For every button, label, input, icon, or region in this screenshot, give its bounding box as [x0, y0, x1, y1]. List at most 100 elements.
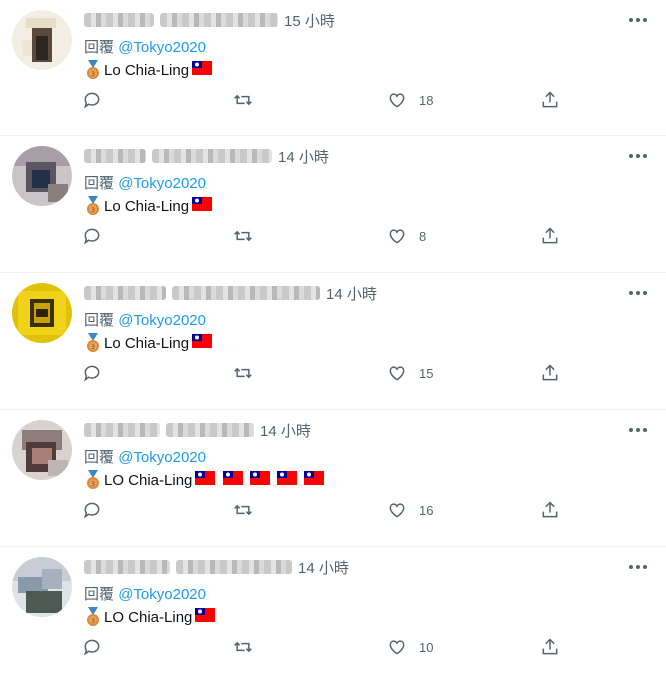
tweet-body: LO Chia-Ling: [104, 471, 193, 489]
reply-icon: [84, 228, 100, 245]
tweet[interactable]: 14 小時 回覆 @Tokyo2020 3 LO Chia-Ling 10: [0, 547, 666, 675]
tweet-time[interactable]: 15 小時: [284, 10, 335, 31]
share-button[interactable]: [540, 361, 560, 385]
tweet-body: Lo Chia-Ling: [104, 197, 190, 215]
tweet-time[interactable]: 14 小時: [298, 557, 349, 578]
reply-button[interactable]: [82, 635, 102, 659]
author-handle-blurred[interactable]: [172, 286, 320, 300]
reply-context: 回覆 @Tokyo2020: [84, 36, 206, 57]
more-icon[interactable]: [626, 555, 650, 579]
tweet-text: 3 Lo Chia-Ling: [84, 60, 213, 80]
taiwan-flag-icon: [195, 608, 216, 622]
retweet-icon: [234, 504, 252, 516]
like-button[interactable]: 15: [387, 361, 433, 385]
retweet-icon: [234, 230, 252, 242]
like-icon: [389, 640, 405, 655]
tweet-time[interactable]: 14 小時: [278, 146, 329, 167]
svg-text:3: 3: [91, 207, 95, 214]
author-name-blurred[interactable]: [84, 560, 170, 574]
svg-text:3: 3: [91, 344, 95, 351]
like-count: 18: [419, 92, 434, 108]
reply-handle-link[interactable]: @Tokyo2020: [118, 175, 206, 192]
taiwan-flag-icon: [222, 471, 243, 485]
retweet-button[interactable]: [233, 361, 253, 385]
share-icon: [542, 227, 558, 244]
share-icon: [542, 638, 558, 655]
share-button[interactable]: [540, 498, 560, 522]
author-name-blurred[interactable]: [84, 13, 154, 27]
reply-context: 回覆 @Tokyo2020: [84, 446, 206, 467]
tweet-header: 14 小時: [84, 144, 329, 168]
author-name-blurred[interactable]: [84, 149, 146, 163]
taiwan-flag-icon: [192, 334, 213, 348]
author-handle-blurred[interactable]: [166, 423, 254, 437]
tweet-feed: 15 小時 回覆 @Tokyo2020 3 Lo Chia-Ling 18 14…: [0, 0, 666, 675]
reply-handle-link[interactable]: @Tokyo2020: [118, 312, 206, 329]
tweet-header: 14 小時: [84, 555, 349, 579]
reply-button[interactable]: [82, 498, 102, 522]
reply-prefix: 回覆: [84, 586, 115, 603]
like-button[interactable]: 16: [387, 498, 433, 522]
reply-button[interactable]: [82, 88, 102, 112]
retweet-button[interactable]: [233, 88, 253, 112]
like-count: 15: [419, 365, 434, 381]
tweet[interactable]: 14 小時 回覆 @Tokyo2020 3 Lo Chia-Ling 8: [0, 136, 666, 273]
avatar[interactable]: [12, 420, 72, 480]
more-icon[interactable]: [626, 144, 650, 168]
flag-group: [189, 334, 213, 352]
more-icon[interactable]: [626, 8, 650, 32]
tweet-body: Lo Chia-Ling: [104, 61, 190, 79]
bronze-medal-icon: 3: [87, 470, 99, 489]
tweet-actions: 8: [82, 224, 562, 248]
author-handle-blurred[interactable]: [152, 149, 272, 163]
share-button[interactable]: [540, 88, 560, 112]
tweet[interactable]: 14 小時 回覆 @Tokyo2020 3 Lo Chia-Ling 15: [0, 273, 666, 410]
reply-icon: [84, 639, 100, 656]
tweet-text: 3 LO Chia-Ling: [84, 607, 216, 627]
avatar[interactable]: [12, 557, 72, 617]
author-handle-blurred[interactable]: [160, 13, 278, 27]
avatar[interactable]: [12, 283, 72, 343]
reply-button[interactable]: [82, 224, 102, 248]
share-button[interactable]: [540, 224, 560, 248]
like-button[interactable]: 10: [387, 635, 433, 659]
like-button[interactable]: 18: [387, 88, 433, 112]
tweet-header: 14 小時: [84, 418, 311, 442]
share-icon: [542, 501, 558, 518]
tweet-time[interactable]: 14 小時: [326, 283, 377, 304]
more-icon[interactable]: [626, 281, 650, 305]
author-handle-blurred[interactable]: [176, 560, 292, 574]
reply-handle-link[interactable]: @Tokyo2020: [118, 586, 206, 603]
tweet[interactable]: 15 小時 回覆 @Tokyo2020 3 Lo Chia-Ling 18: [0, 0, 666, 136]
avatar[interactable]: [12, 10, 72, 70]
svg-text:3: 3: [91, 71, 95, 78]
taiwan-flag-icon: [249, 471, 270, 485]
tweet-body: Lo Chia-Ling: [104, 334, 190, 352]
author-name-blurred[interactable]: [84, 286, 166, 300]
reply-handle-link[interactable]: @Tokyo2020: [118, 449, 206, 466]
retweet-button[interactable]: [233, 224, 253, 248]
avatar[interactable]: [12, 146, 72, 206]
retweet-icon: [234, 94, 252, 106]
author-name-blurred[interactable]: [84, 423, 160, 437]
more-icon[interactable]: [626, 418, 650, 442]
like-button[interactable]: 8: [387, 224, 426, 248]
retweet-button[interactable]: [233, 498, 253, 522]
flag-group: [189, 61, 213, 79]
flag-group: [192, 608, 216, 626]
tweet[interactable]: 14 小時 回覆 @Tokyo2020 3 LO Chia-Ling 16: [0, 410, 666, 547]
like-count: 10: [419, 639, 434, 655]
tweet-actions: 15: [82, 361, 562, 385]
bronze-medal-icon: 3: [87, 196, 99, 215]
retweet-button[interactable]: [233, 635, 253, 659]
like-icon: [389, 503, 405, 518]
share-button[interactable]: [540, 635, 560, 659]
svg-text:3: 3: [91, 481, 95, 488]
tweet-time[interactable]: 14 小時: [260, 420, 311, 441]
retweet-icon: [234, 367, 252, 379]
reply-prefix: 回覆: [84, 312, 115, 329]
reply-prefix: 回覆: [84, 449, 115, 466]
reply-handle-link[interactable]: @Tokyo2020: [118, 39, 206, 56]
reply-button[interactable]: [82, 361, 102, 385]
share-icon: [542, 364, 558, 381]
